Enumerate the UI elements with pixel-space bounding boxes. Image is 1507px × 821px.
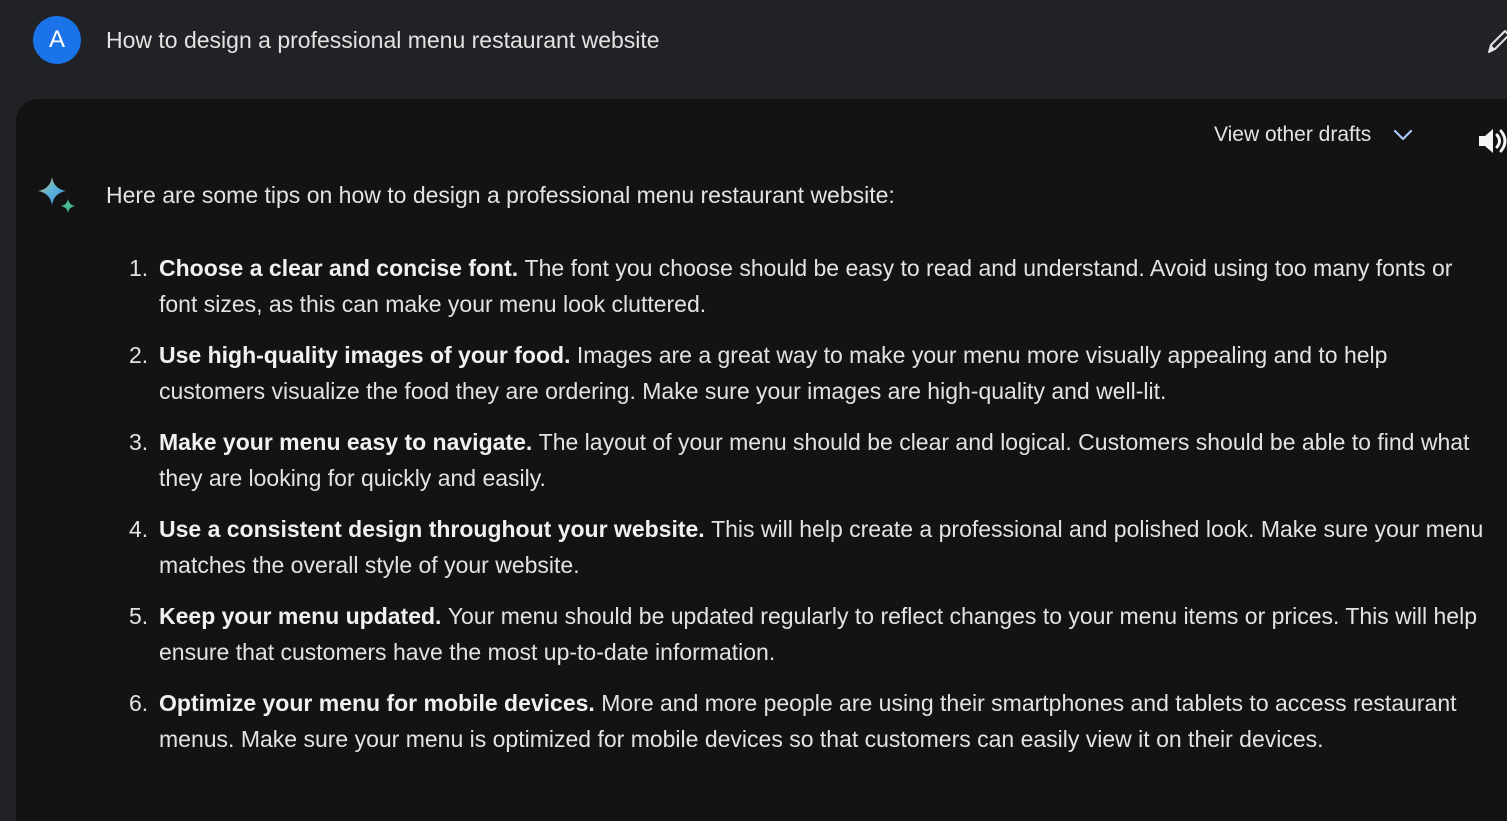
tip-number: 1. [129, 255, 149, 281]
chevron-down-icon [1394, 129, 1413, 141]
tip-title: Use high-quality images of your food. [159, 342, 577, 368]
tip-title: Make your menu easy to navigate. [159, 429, 539, 455]
view-other-drafts-button[interactable]: View other drafts [1214, 117, 1415, 153]
tip-item: 3. Make your menu easy to navigate. The … [129, 424, 1489, 496]
user-prompt-text: How to design a professional menu restau… [106, 27, 660, 53]
tip-item: 4. Use a consistent design throughout yo… [129, 511, 1489, 583]
speaker-icon [1479, 129, 1507, 153]
user-prompt-row: A How to design a professional menu rest… [0, 0, 1507, 96]
tip-number: 4. [129, 516, 149, 542]
response-card: View other drafts Here are some tips on … [16, 99, 1507, 821]
tip-item: 2. Use high-quality images of your food.… [129, 337, 1489, 409]
edit-prompt-button[interactable] [1480, 22, 1507, 58]
tip-title: Choose a clear and concise font. [159, 255, 525, 281]
tip-number: 2. [129, 342, 149, 368]
view-other-drafts-label: View other drafts [1214, 123, 1372, 146]
tip-number: 3. [129, 429, 149, 455]
pencil-icon [1488, 30, 1507, 53]
read-aloud-button[interactable] [1475, 123, 1507, 159]
tip-number: 6. [129, 690, 149, 716]
tip-item: 1. Choose a clear and concise font. The … [129, 250, 1489, 322]
tip-item: 5. Keep your menu updated. Your menu sho… [129, 598, 1489, 670]
chat-view: A How to design a professional menu rest… [0, 0, 1507, 821]
tip-number: 5. [129, 603, 149, 629]
tip-title: Optimize your menu for mobile devices. [159, 690, 602, 716]
tip-title: Use a consistent design throughout your … [159, 516, 712, 542]
response-intro: Here are some tips on how to design a pr… [106, 182, 895, 208]
sparkle-icon [38, 177, 75, 213]
user-avatar[interactable]: A [33, 16, 81, 64]
tips-list: 1. Choose a clear and concise font. The … [129, 250, 1489, 772]
tip-title: Keep your menu updated. [159, 603, 448, 629]
tip-item: 6. Optimize your menu for mobile devices… [129, 685, 1489, 757]
